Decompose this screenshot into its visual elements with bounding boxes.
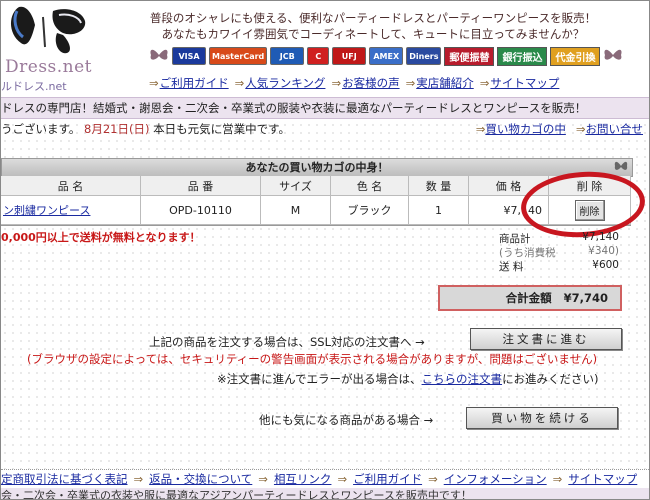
cell-quantity: 1 xyxy=(409,196,469,225)
footer-legal-link[interactable]: 定商取引法に基づく表記 xyxy=(1,471,128,487)
logo-subtext: ルドレス.net xyxy=(1,80,67,93)
arrow-bullet-icon: ⇒ xyxy=(149,76,159,90)
cell-color: ブラック xyxy=(331,196,409,225)
butterfly-logo-icon xyxy=(11,6,86,54)
page-frame: Dress.net ルドレス.net 普段のオシャレにも使える、便利なパーティー… xyxy=(0,0,650,500)
amex-card-icon: AMEX xyxy=(369,47,404,65)
security-warning: (ブラウザの設定によっては、セキュリティーの警告画面が表示される場合がありますが… xyxy=(27,352,598,366)
jcb-card-icon: JCB xyxy=(270,47,305,65)
notice-suffix: 本日も元気に営業中です。 xyxy=(153,122,290,136)
site-logo[interactable]: Dress.net ルドレス.net xyxy=(1,1,97,97)
continue-instruction: 他にも気になる商品がある場合 → xyxy=(259,413,434,427)
cell-item-name: ン刺繍ワンピース xyxy=(1,196,141,225)
site-banner: ドレスの専門店！結婚式・謝恩会・二次会・卒業式の服装や衣装に最適なパーティードレ… xyxy=(1,97,649,119)
footer-sitemap-link[interactable]: サイトマップ xyxy=(568,471,637,487)
total-box: 合計金額 ¥7,740 xyxy=(438,285,622,311)
arrow-bullet-icon: ⇒ xyxy=(234,76,245,90)
nav-reviews-link[interactable]: お客様の声 xyxy=(342,76,400,90)
arrow-bullet-icon: ⇒ xyxy=(258,472,268,486)
ssl-instruction: 上記の商品を注文する場合は、SSL対応の注文書へ → xyxy=(149,335,425,349)
header-item-name: 品 名 xyxy=(1,176,141,196)
ufj-card-icon: UFJ xyxy=(332,47,367,65)
top-navigation: ⇒ご利用ガイド ⇒人気ランキング ⇒お客様の声 ⇒実店舗紹介 ⇒サイトマップ xyxy=(149,75,559,91)
arrow-bullet-icon: ⇒ xyxy=(331,76,342,90)
header-size: サイズ xyxy=(261,176,331,196)
cash-on-delivery-badge: 代金引換 xyxy=(550,46,601,66)
tax-label: (うち消費税 xyxy=(499,247,556,259)
shipping-value: ¥600 xyxy=(592,259,619,271)
cart-title: あなたの買い物カゴの中身！ xyxy=(1,158,633,177)
diners-card-icon: Diners xyxy=(406,47,442,65)
nav-guide-link[interactable]: ご利用ガイド xyxy=(160,76,229,90)
header-tagline: 普段のオシャレにも使える、便利なパーティードレスとパーティーワンピースを販売！ … xyxy=(97,10,649,42)
free-shipping-notice: 0,000円以上で送料が無料となります！ xyxy=(1,231,201,244)
arrow-bullet-icon: ⇒ xyxy=(405,76,416,90)
footer-info-link[interactable]: インフォメーション xyxy=(444,471,547,487)
notice-prefix: うございます。 xyxy=(1,122,81,136)
order-summary: 商品計 ¥7,140 (うち消費税 ¥340) 送 料 ¥600 xyxy=(499,231,619,273)
footer-mutual-link[interactable]: 相互リンク xyxy=(274,471,332,487)
arrow-bullet-icon: ⇒ xyxy=(475,122,486,136)
nav-store-link[interactable]: 実店舗紹介 xyxy=(416,76,474,90)
footer-links: 定商取引法に基づく表記 ⇒ 返品・交換について ⇒ 相互リンク ⇒ ご利用ガイド ⇒ イ… xyxy=(1,469,649,488)
header-color: 色 名 xyxy=(331,176,409,196)
site-header: Dress.net ルドレス.net 普段のオシャレにも使える、便利なパーティー… xyxy=(1,1,649,97)
arrow-bullet-icon: ⇒ xyxy=(133,472,144,486)
footer-tagline: 会・二次会・卒業式の衣装や服に最適なアジアンパーティードレスとワンピースを販売中… xyxy=(1,488,649,499)
postal-transfer-badge: 郵便振替 xyxy=(444,46,495,66)
alt-order-form-link[interactable]: こちらの注文書 xyxy=(422,372,503,386)
arrow-bullet-icon: ⇒ xyxy=(552,472,563,486)
cell-item-code: OPD-10110 xyxy=(141,196,261,225)
header-item-code: 品 番 xyxy=(141,176,261,196)
continue-shopping-button[interactable]: 買い物を続ける xyxy=(466,407,618,429)
subtotal-label: 商品計 xyxy=(499,233,531,245)
nav-ranking-link[interactable]: 人気ランキング xyxy=(245,76,325,90)
item-name-link[interactable]: ン刺繍ワンピース xyxy=(3,202,90,218)
error-instruction: ※注文書に進んでエラーが出る場合は、こちらの注文書にお進みください) xyxy=(217,372,599,386)
cell-size: M xyxy=(261,196,331,225)
arrow-bullet-icon: ⇒ xyxy=(479,76,490,90)
nav-sitemap-link[interactable]: サイトマップ xyxy=(490,76,559,90)
arrow-bullet-icon: ⇒ xyxy=(428,472,438,486)
visa-card-icon: VISA xyxy=(172,47,206,65)
proceed-order-button[interactable]: 注文書に進む xyxy=(470,328,622,350)
payment-methods: VISA MasterCard JCB C UFJ AMEX Diners 郵便… xyxy=(149,46,623,66)
total-label: 合計金額 xyxy=(505,291,552,305)
cart-link[interactable]: 買い物カゴの中 xyxy=(485,122,566,136)
tagline-line-2: あなたもカワイイ雰囲気でコーディネートして、キュートに目立ってみませんか？ xyxy=(161,27,585,41)
contact-link[interactable]: お問い合せ xyxy=(586,122,644,136)
c-card-icon: C xyxy=(307,47,330,65)
bank-transfer-badge: 銀行振込 xyxy=(497,46,548,66)
footer-returns-link[interactable]: 返品・交換について xyxy=(149,471,252,487)
butterfly-icon xyxy=(149,47,169,66)
footer-guide-link[interactable]: ご利用ガイド xyxy=(353,471,422,487)
notice-row: うございます。 8月21日(日) 本日も元気に営業中です。 ⇒買い物カゴの中 ⇒… xyxy=(1,121,649,139)
header-quantity: 数 量 xyxy=(409,176,469,196)
arrow-bullet-icon: ⇒ xyxy=(575,122,586,136)
butterfly-icon xyxy=(603,47,623,66)
tagline-line-1: 普段のオシャレにも使える、便利なパーティードレスとパーティーワンピースを販売！ xyxy=(149,11,597,25)
arrow-bullet-icon: ⇒ xyxy=(337,472,348,486)
mastercard-icon: MasterCard xyxy=(209,47,268,65)
tax-value: ¥340) xyxy=(588,245,619,257)
logo-text: Dress.net xyxy=(5,57,93,77)
notice-date: 8月21日(日) xyxy=(84,122,150,136)
subtotal-value: ¥7,140 xyxy=(582,231,619,243)
notice-links: ⇒買い物カゴの中 ⇒お問い合せ xyxy=(476,121,643,137)
total-value: ¥7,740 xyxy=(563,291,608,305)
shipping-label: 送 料 xyxy=(499,261,524,273)
